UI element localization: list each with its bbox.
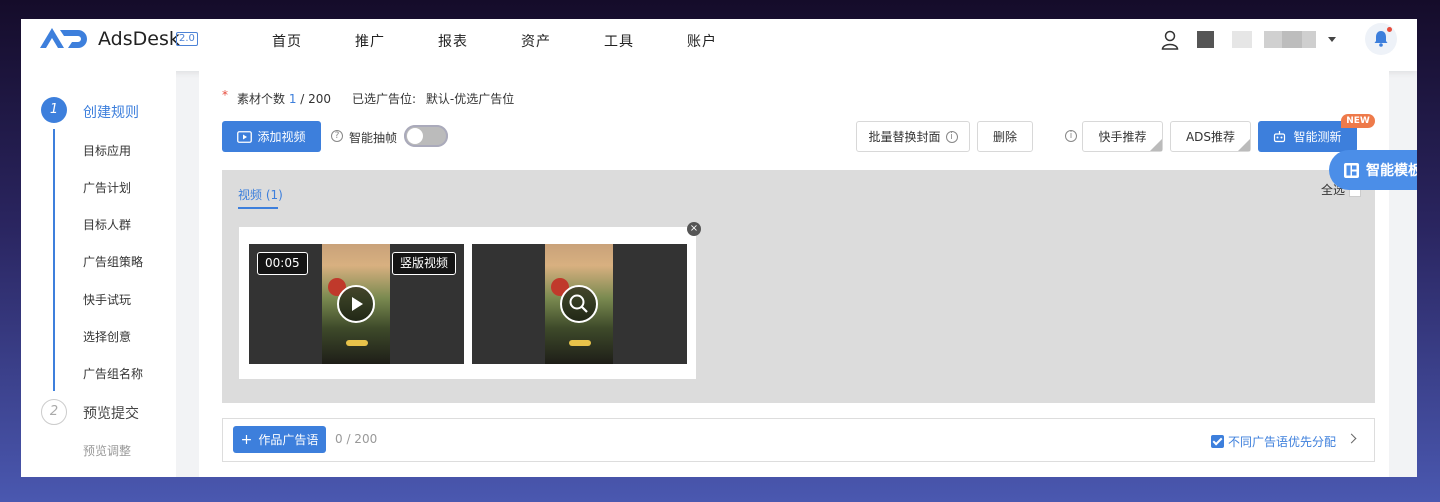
info-icon: i [945, 130, 958, 143]
sidebar-item-select-creative[interactable]: 选择创意 [83, 328, 131, 345]
top-navbar: AdsDesk 2.0 首页 推广 报表 资产 工具 账户 [21, 19, 1417, 71]
slogan-section: + 作品广告语 0 / 200 不同广告语优先分配 [222, 418, 1375, 462]
video-card: 00:05 竖版视频 [239, 227, 696, 379]
plus-icon: + [240, 431, 253, 448]
material-count-total: / 200 [296, 92, 332, 106]
smart-template-label: 智能模板 [1366, 163, 1417, 179]
robot-icon [1274, 131, 1286, 143]
selected-slot: 已选广告位: 默认-优选广告位 [352, 90, 514, 107]
toggle-knob [407, 128, 423, 144]
app-window: AdsDesk 2.0 首页 推广 报表 资产 工具 账户 1 创建规则 目标应… [21, 19, 1417, 477]
video-icon [237, 130, 253, 143]
notification-button[interactable] [1365, 23, 1397, 55]
nav-account[interactable]: 账户 [687, 31, 770, 51]
remove-video-icon[interactable]: × [687, 222, 701, 236]
app-switch-icon[interactable] [1197, 31, 1214, 48]
main-nav: 首页 推广 报表 资产 工具 账户 [272, 31, 770, 51]
corner-marker [1150, 139, 1162, 151]
account-name-blurred[interactable] [1232, 31, 1316, 48]
nav-promote[interactable]: 推广 [355, 31, 438, 51]
tab-active-underline [238, 207, 278, 209]
sidebar-item-target-app[interactable]: 目标应用 [83, 142, 131, 159]
selected-slot-label: 已选广告位: [352, 92, 417, 106]
preview-button[interactable] [560, 285, 598, 323]
delete-label: 删除 [992, 130, 1017, 144]
notification-dot [1387, 27, 1392, 32]
smart-extract-label: 智能抽帧 [349, 131, 398, 145]
template-icon [1344, 162, 1359, 178]
sidebar-item-preview-adjust[interactable]: 预览调整 [83, 442, 131, 459]
kuaishou-recommend-label: 快手推荐 [1098, 130, 1147, 144]
add-video-label: 添加视频 [257, 130, 306, 144]
add-slogan-button[interactable]: + 作品广告语 [233, 426, 326, 453]
add-video-button[interactable]: 添加视频 [222, 121, 321, 152]
kuaishou-recommend-button[interactable]: 快手推荐 [1082, 121, 1163, 152]
step2-title[interactable]: 预览提交 [83, 403, 139, 423]
sidebar-item-audience[interactable]: 目标人群 [83, 216, 131, 233]
bell-icon [1374, 31, 1388, 47]
user-icon[interactable] [1161, 30, 1179, 50]
tab-video[interactable]: 视频 (1) [238, 186, 283, 203]
main-content: * 素材个数 1 / 200 已选广告位: 默认-优选广告位 添加视频 ? 智能… [199, 71, 1417, 477]
new-badge: NEW [1341, 114, 1375, 128]
sidebar-item-adgroup-strategy[interactable]: 广告组策略 [83, 253, 143, 270]
ads-recommend-label: ADS推荐 [1185, 130, 1236, 144]
play-button[interactable] [337, 285, 375, 323]
video-thumbnail[interactable]: 00:05 竖版视频 [249, 244, 464, 364]
slogan-count: 0 / 200 [335, 432, 378, 446]
selected-slot-value: 默认-优选广告位 [425, 92, 515, 106]
smart-extract-toggle[interactable] [404, 125, 448, 147]
info-icon[interactable]: i [1065, 130, 1077, 142]
smart-test-label: 智能测新 [1293, 130, 1342, 144]
chevron-right-icon[interactable] [1346, 433, 1357, 444]
sidebar-item-kuaishou-playable[interactable]: 快手试玩 [83, 291, 131, 308]
priority-checkbox[interactable]: 不同广告语优先分配 [1211, 433, 1336, 450]
step1-title[interactable]: 创建规则 [83, 102, 139, 122]
step1-number: 1 [41, 97, 67, 123]
nav-assets[interactable]: 资产 [521, 31, 604, 51]
priority-label: 不同广告语优先分配 [1228, 435, 1337, 449]
smart-template-button[interactable]: 智能模板 [1329, 150, 1417, 190]
step2-number: 2 [41, 399, 67, 425]
delete-button[interactable]: 删除 [977, 121, 1033, 152]
duration-tag: 00:05 [257, 252, 308, 275]
checkbox-checked [1211, 435, 1224, 448]
search-icon [569, 294, 588, 313]
nav-home[interactable]: 首页 [272, 31, 355, 51]
nav-reports[interactable]: 报表 [438, 31, 521, 51]
account-dropdown-icon[interactable] [1328, 37, 1336, 42]
brand-name: AdsDesk [98, 28, 180, 50]
batch-cover-label: 批量替换封面 [868, 130, 941, 144]
step-progress-line [53, 129, 55, 391]
cover-thumbnail[interactable] [472, 244, 687, 364]
vertical-video-tag: 竖版视频 [391, 252, 456, 275]
add-slogan-label: 作品广告语 [258, 433, 319, 447]
play-icon [352, 297, 363, 311]
sidebar-item-adgroup-name[interactable]: 广告组名称 [83, 365, 143, 382]
adsdesk-logo-icon [40, 28, 87, 48]
nav-tools[interactable]: 工具 [604, 31, 687, 51]
material-count: 素材个数 1 / 200 [237, 90, 331, 107]
ads-recommend-button[interactable]: ADS推荐 [1170, 121, 1251, 152]
step-sidebar: 1 创建规则 目标应用 广告计划 目标人群 广告组策略 快手试玩 选择创意 广告… [21, 71, 176, 477]
video-material-panel: 视频 (1) 全选 00:05 竖版视频 × [222, 170, 1375, 403]
material-count-label: 素材个数 [237, 92, 286, 106]
help-icon[interactable]: ? [331, 130, 343, 142]
batch-replace-cover-button[interactable]: 批量替换封面 i [856, 121, 970, 152]
sidebar-item-ad-plan[interactable]: 广告计划 [83, 179, 131, 196]
corner-marker [1238, 139, 1250, 151]
brand-version: 2.0 [176, 32, 198, 46]
required-marker: * [222, 88, 228, 102]
